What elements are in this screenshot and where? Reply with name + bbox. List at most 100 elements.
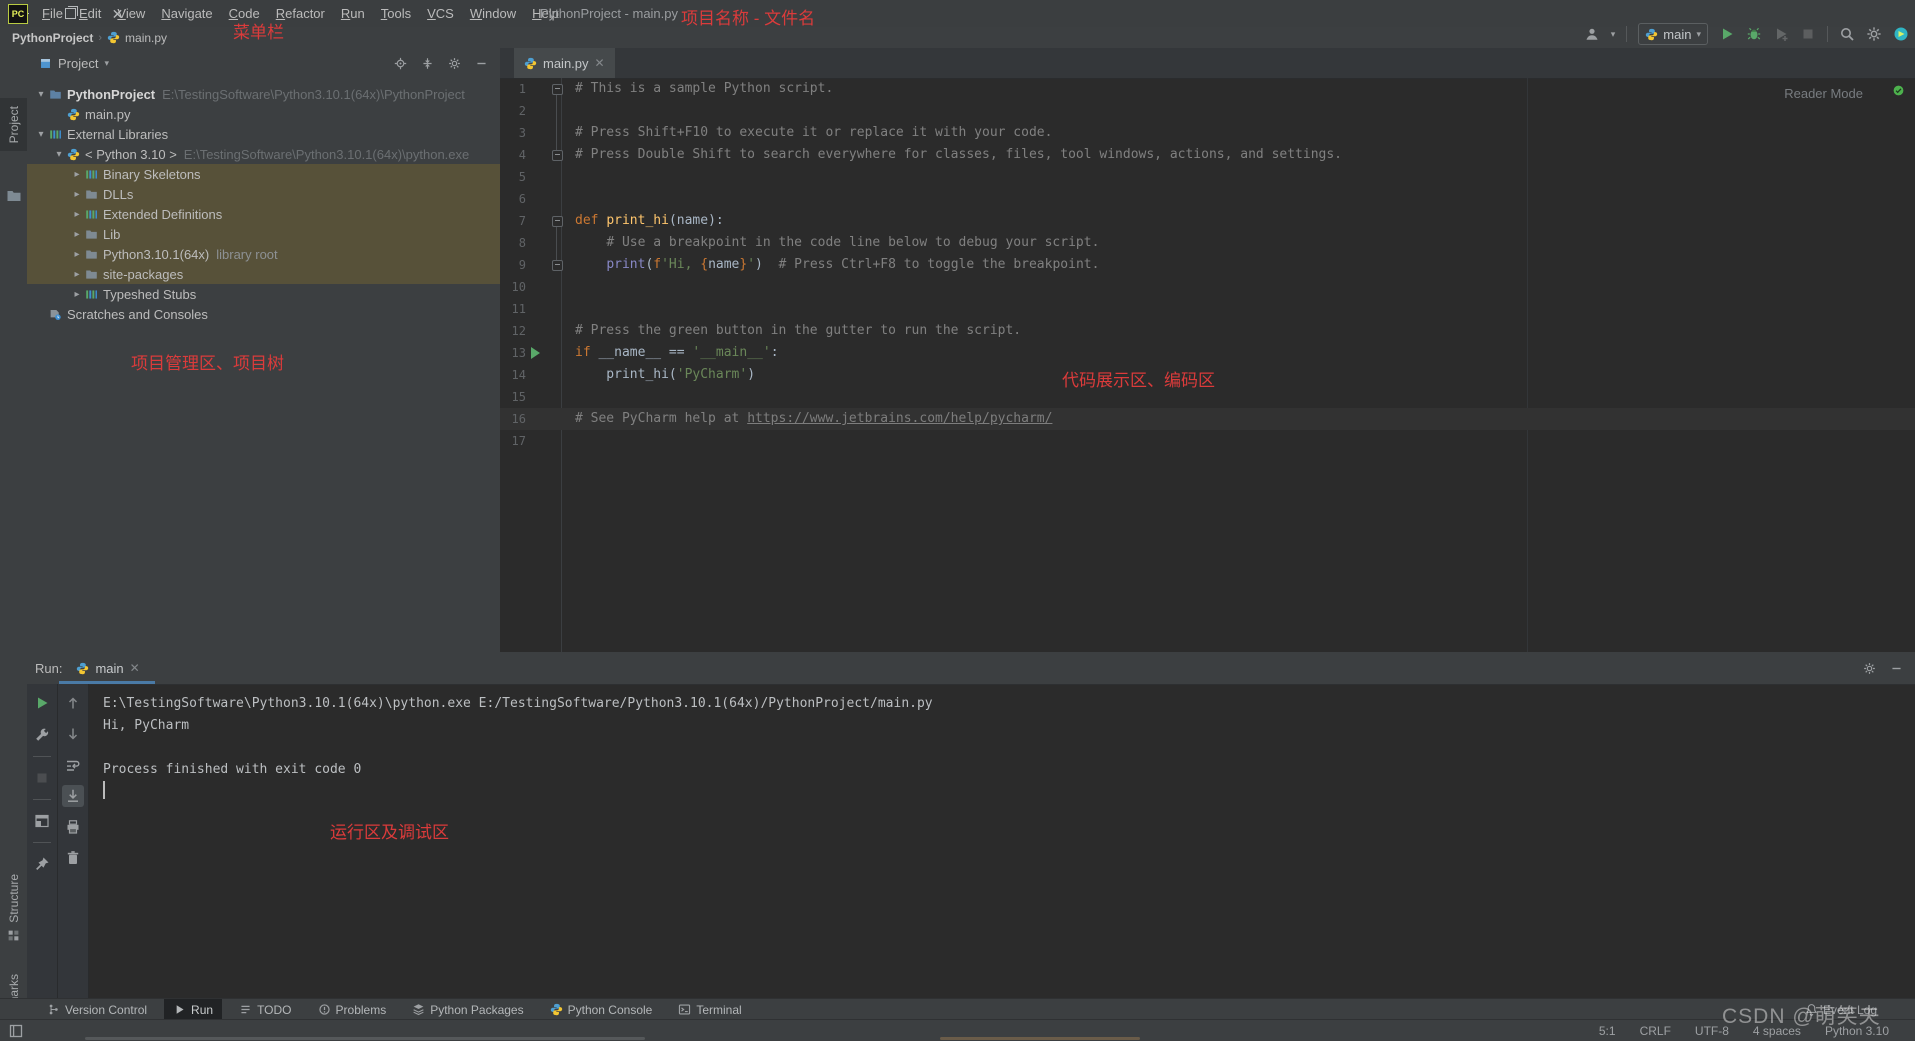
hide-panel-icon[interactable] <box>1890 662 1903 675</box>
line-number[interactable]: 7 <box>500 210 526 232</box>
toolwindow-python-packages[interactable]: Python Packages <box>403 999 532 1020</box>
tree-item-binary-skeletons[interactable]: ▸Binary Skeletons <box>27 164 500 184</box>
fold-marker-icon[interactable] <box>552 84 563 95</box>
clear-all-button[interactable] <box>62 847 84 869</box>
status-item-5-1[interactable]: 5:1 <box>1599 1024 1616 1038</box>
locate-icon[interactable] <box>394 57 407 70</box>
code-line-11[interactable]: 11 <box>500 298 1915 320</box>
line-number[interactable]: 16 <box>500 408 526 430</box>
ide-feature-icon[interactable] <box>1893 26 1909 42</box>
code-line-5[interactable]: 5 <box>500 166 1915 188</box>
run-configuration-select[interactable]: main ▾ <box>1638 23 1708 45</box>
gear-icon[interactable] <box>1863 662 1876 675</box>
stop-button[interactable] <box>1800 26 1816 42</box>
chevron-down-icon[interactable]: ▾ <box>33 89 49 100</box>
rerun-button[interactable] <box>31 692 53 714</box>
fold-marker-icon[interactable] <box>552 216 563 227</box>
line-number[interactable]: 13 <box>500 342 526 364</box>
chevron-right-icon[interactable]: ▸ <box>69 169 85 180</box>
line-number[interactable]: 9 <box>500 254 526 276</box>
line-number[interactable]: 6 <box>500 188 526 210</box>
prev-occurrence-button[interactable] <box>62 692 84 714</box>
tree-item-lib[interactable]: ▸Lib <box>27 224 500 244</box>
close-tab-icon[interactable]: ✕ <box>595 56 605 70</box>
run-tab-main[interactable]: main ✕ <box>76 661 139 676</box>
menu-tools[interactable]: Tools <box>373 0 419 27</box>
tree-item-external-libraries[interactable]: ▾External Libraries <box>27 124 500 144</box>
run-with-coverage-button[interactable] <box>1773 26 1789 42</box>
tool-stripe-structure[interactable]: Structure <box>0 874 27 942</box>
menu-window[interactable]: Window <box>462 0 524 27</box>
breadcrumb-project[interactable]: PythonProject <box>12 31 93 45</box>
tree-item-dlls[interactable]: ▸DLLs <box>27 184 500 204</box>
code-editor[interactable]: 1# This is a sample Python script.23# Pr… <box>500 78 1915 652</box>
code-line-1[interactable]: 1# This is a sample Python script. <box>500 78 1915 100</box>
code-line-17[interactable]: 17 <box>500 430 1915 452</box>
tree-item-typeshed-stubs[interactable]: ▸Typeshed Stubs <box>27 284 500 304</box>
line-number[interactable]: 11 <box>500 298 526 320</box>
menu-navigate[interactable]: Navigate <box>153 0 220 27</box>
chevron-right-icon[interactable]: ▸ <box>69 189 85 200</box>
code-line-12[interactable]: 12# Press the green button in the gutter… <box>500 320 1915 342</box>
code-line-10[interactable]: 10 <box>500 276 1915 298</box>
toolwindow-version-control[interactable]: Version Control <box>38 999 156 1020</box>
line-number[interactable]: 3 <box>500 122 526 144</box>
code-line-16[interactable]: 16# See PyCharm help at https://www.jetb… <box>500 408 1915 430</box>
chevron-right-icon[interactable]: ▸ <box>69 209 85 220</box>
code-line-9[interactable]: 9 print(f'Hi, {name}') # Press Ctrl+F8 t… <box>500 254 1915 276</box>
code-line-4[interactable]: 4# Press Double Shift to search everywhe… <box>500 144 1915 166</box>
horizontal-scrollbar-segment[interactable] <box>940 1037 1140 1040</box>
toolwindow-problems[interactable]: Problems <box>309 999 396 1020</box>
run-gutter-icon[interactable] <box>531 347 540 359</box>
line-number[interactable]: 4 <box>500 144 526 166</box>
tree-item-pythonproject[interactable]: ▾PythonProjectE:\TestingSoftware\Python3… <box>27 84 500 104</box>
status-item-crlf[interactable]: CRLF <box>1640 1024 1671 1038</box>
pin-tab-button[interactable] <box>31 853 53 875</box>
settings-icon[interactable] <box>448 57 461 70</box>
scroll-to-end-button[interactable] <box>62 785 84 807</box>
menu-vcs[interactable]: VCS <box>419 0 462 27</box>
hide-icon[interactable] <box>475 57 488 70</box>
line-number[interactable]: 10 <box>500 276 526 298</box>
debug-button[interactable] <box>1746 26 1762 42</box>
settings-button[interactable] <box>1866 26 1882 42</box>
next-occurrence-button[interactable] <box>62 723 84 745</box>
code-line-13[interactable]: 13if __name__ == '__main__': <box>500 342 1915 364</box>
horizontal-scrollbar[interactable] <box>85 1037 645 1040</box>
tool-stripe-project[interactable]: Project <box>0 98 27 151</box>
menu-view[interactable]: View <box>109 0 153 27</box>
chevron-right-icon[interactable]: ▸ <box>69 249 85 260</box>
chevron-down-icon[interactable]: ▾ <box>51 149 67 160</box>
fold-marker-icon[interactable] <box>552 150 563 161</box>
close-tab-icon[interactable]: ✕ <box>130 661 140 675</box>
chevron-right-icon[interactable]: ▸ <box>69 269 85 280</box>
line-number[interactable]: 5 <box>500 166 526 188</box>
breadcrumb-file[interactable]: main.py <box>125 31 167 45</box>
line-number[interactable]: 15 <box>500 386 526 408</box>
code-line-3[interactable]: 3# Press Shift+F10 to execute it or repl… <box>500 122 1915 144</box>
toolwindow-python-console[interactable]: Python Console <box>541 999 662 1020</box>
restore-layout-button[interactable] <box>31 810 53 832</box>
toolwindow-terminal[interactable]: Terminal <box>669 999 750 1020</box>
tree-item-extended-definitions[interactable]: ▸Extended Definitions <box>27 204 500 224</box>
line-number[interactable]: 1 <box>500 78 526 100</box>
tree-item-scratches-and-consoles[interactable]: Scratches and Consoles <box>27 304 500 324</box>
toolwindow-run[interactable]: Run <box>164 999 222 1020</box>
tree-item-python-3-10[interactable]: ▾< Python 3.10 >E:\TestingSoftware\Pytho… <box>27 144 500 164</box>
project-folder-icon[interactable] <box>0 188 27 204</box>
chevron-right-icon[interactable]: ▸ <box>69 229 85 240</box>
code-line-7[interactable]: 7def print_hi(name): <box>500 210 1915 232</box>
search-everywhere-button[interactable] <box>1839 26 1855 42</box>
line-number[interactable]: 2 <box>500 100 526 122</box>
collapse-all-icon[interactable] <box>421 57 434 70</box>
line-number[interactable]: 12 <box>500 320 526 342</box>
run-settings-button[interactable] <box>31 724 53 746</box>
menu-run[interactable]: Run <box>333 0 373 27</box>
tree-item-site-packages[interactable]: ▸site-packages <box>27 264 500 284</box>
code-line-8[interactable]: 8 # Use a breakpoint in the code line be… <box>500 232 1915 254</box>
tool-window-toggle-icon[interactable] <box>8 1023 24 1039</box>
chevron-right-icon[interactable]: ▸ <box>69 289 85 300</box>
line-number[interactable]: 14 <box>500 364 526 386</box>
line-number[interactable]: 17 <box>500 430 526 452</box>
line-number[interactable]: 8 <box>500 232 526 254</box>
